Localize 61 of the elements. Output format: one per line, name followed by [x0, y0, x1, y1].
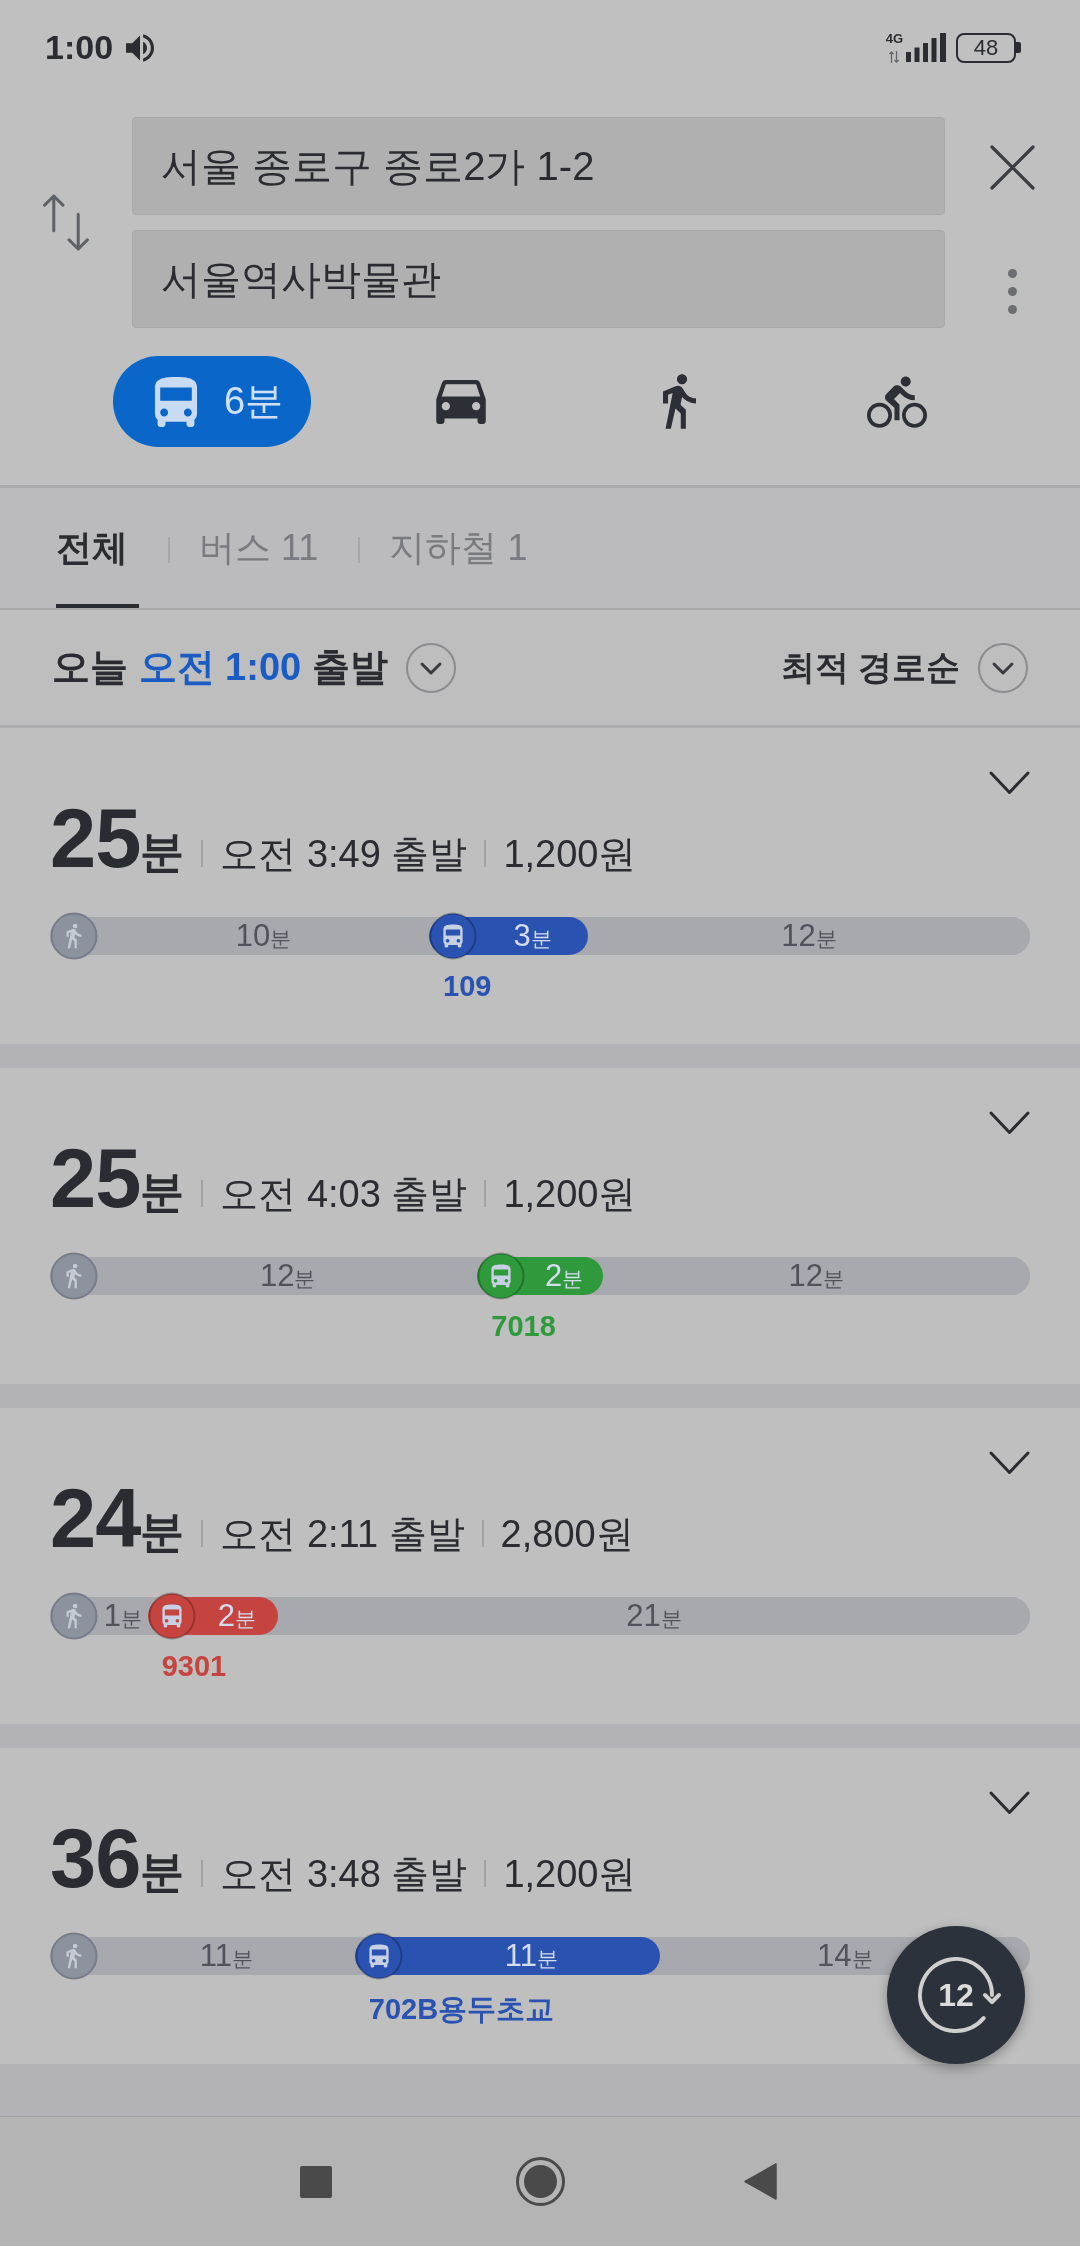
network-type-label: 4G — [885, 32, 903, 45]
fare-text: 1,200원 — [503, 1172, 637, 1217]
segment-duration: 21분 — [625, 1598, 683, 1634]
bus-marker-icon — [354, 1932, 403, 1980]
route-card[interactable]: 24분 오전 2:11 출발 2,800원 1분 2분 21분 9301 — [0, 1408, 1080, 1724]
segment-duration: 3분 — [512, 918, 553, 954]
departure-time-text: 오전 3:48 출발 — [220, 1852, 468, 1897]
bus-marker-icon — [477, 1252, 526, 1300]
chevron-down-icon[interactable] — [989, 771, 1030, 795]
fare-text: 1,200원 — [503, 832, 637, 877]
origin-field[interactable]: 서울 종로구 종로2가 1-2 — [132, 117, 945, 215]
sort-order-selector[interactable]: 최적 경로순 — [780, 642, 1028, 693]
bus-icon — [153, 376, 199, 427]
segment-duration: 11분 — [503, 1938, 559, 1974]
bus-marker-icon — [147, 1592, 196, 1640]
route-duration: 36분 — [50, 1817, 185, 1902]
segment-duration: 2분 — [543, 1258, 585, 1294]
bus-line-number[interactable]: 702B용두초교 — [368, 1990, 555, 2030]
segment-duration: 11분 — [198, 1938, 254, 1974]
recent-apps-icon[interactable] — [300, 2165, 332, 2198]
home-icon[interactable] — [516, 2157, 565, 2206]
car-icon[interactable] — [435, 379, 487, 424]
route-card[interactable]: 25분 오전 3:49 출발 1,200원 10분 3분 12분 109 — [0, 728, 1080, 1044]
fare-text: 1,200원 — [503, 1852, 637, 1897]
refresh-ring-icon — [918, 1957, 1002, 2033]
fare-text: 2,800원 — [500, 1512, 634, 1557]
bus-marker-icon — [429, 912, 477, 960]
departure-time-selector[interactable]: 오늘 오전 1:00 출발 — [52, 642, 456, 693]
route-duration: 25분 — [50, 1137, 185, 1222]
route-duration: 24분 — [50, 1477, 185, 1562]
destination-field[interactable]: 서울역사박물관 — [132, 230, 945, 328]
bus-line-number[interactable]: 109 — [443, 970, 492, 1003]
swap-arrows-icon[interactable] — [41, 194, 91, 251]
route-duration: 25분 — [50, 797, 185, 882]
signal-icon — [906, 33, 946, 62]
chevron-down-icon[interactable] — [989, 1451, 1030, 1475]
segment-duration: 14분 — [816, 1938, 874, 1974]
battery-indicator: 48 — [956, 32, 1021, 63]
departure-time-text: 오전 3:49 출발 — [220, 832, 468, 877]
segment-duration: 12분 — [258, 1258, 317, 1294]
segment-duration: 1분 — [102, 1598, 143, 1634]
bicycle-icon[interactable] — [867, 375, 927, 428]
chevron-down-icon[interactable] — [989, 1791, 1030, 1815]
segment-duration: 10분 — [234, 918, 293, 954]
segment-duration: 12분 — [787, 1258, 846, 1294]
close-icon[interactable] — [990, 145, 1035, 190]
walking-person-icon[interactable] — [662, 374, 696, 429]
route-card[interactable]: 25분 오전 4:03 출발 1,200원 12분 2분 12분 7018 — [0, 1068, 1080, 1384]
chevron-circle-icon — [405, 642, 456, 693]
volume-icon — [126, 33, 155, 62]
back-icon[interactable] — [744, 2163, 777, 2200]
more-options-icon[interactable] — [1008, 269, 1017, 314]
chevron-down-icon[interactable] — [989, 1111, 1030, 1135]
transit-mode-button[interactable]: 6분 — [113, 356, 311, 447]
departure-time-text: 오전 2:11 출발 — [220, 1512, 465, 1557]
status-time: 1:00 — [45, 28, 114, 67]
data-arrows-icon — [889, 51, 900, 63]
segment-duration: 2분 — [216, 1598, 258, 1634]
chevron-circle-icon — [978, 642, 1028, 693]
segment-duration: 12분 — [780, 918, 838, 954]
departure-time-text: 오전 4:03 출발 — [220, 1172, 468, 1217]
